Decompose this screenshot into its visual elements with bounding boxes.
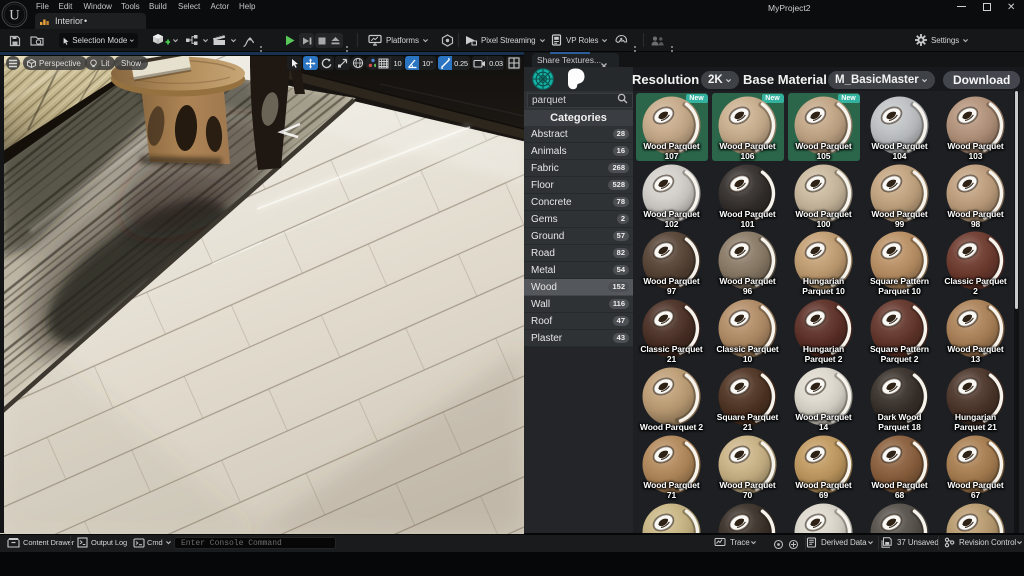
svg-text:U: U [9, 8, 20, 24]
